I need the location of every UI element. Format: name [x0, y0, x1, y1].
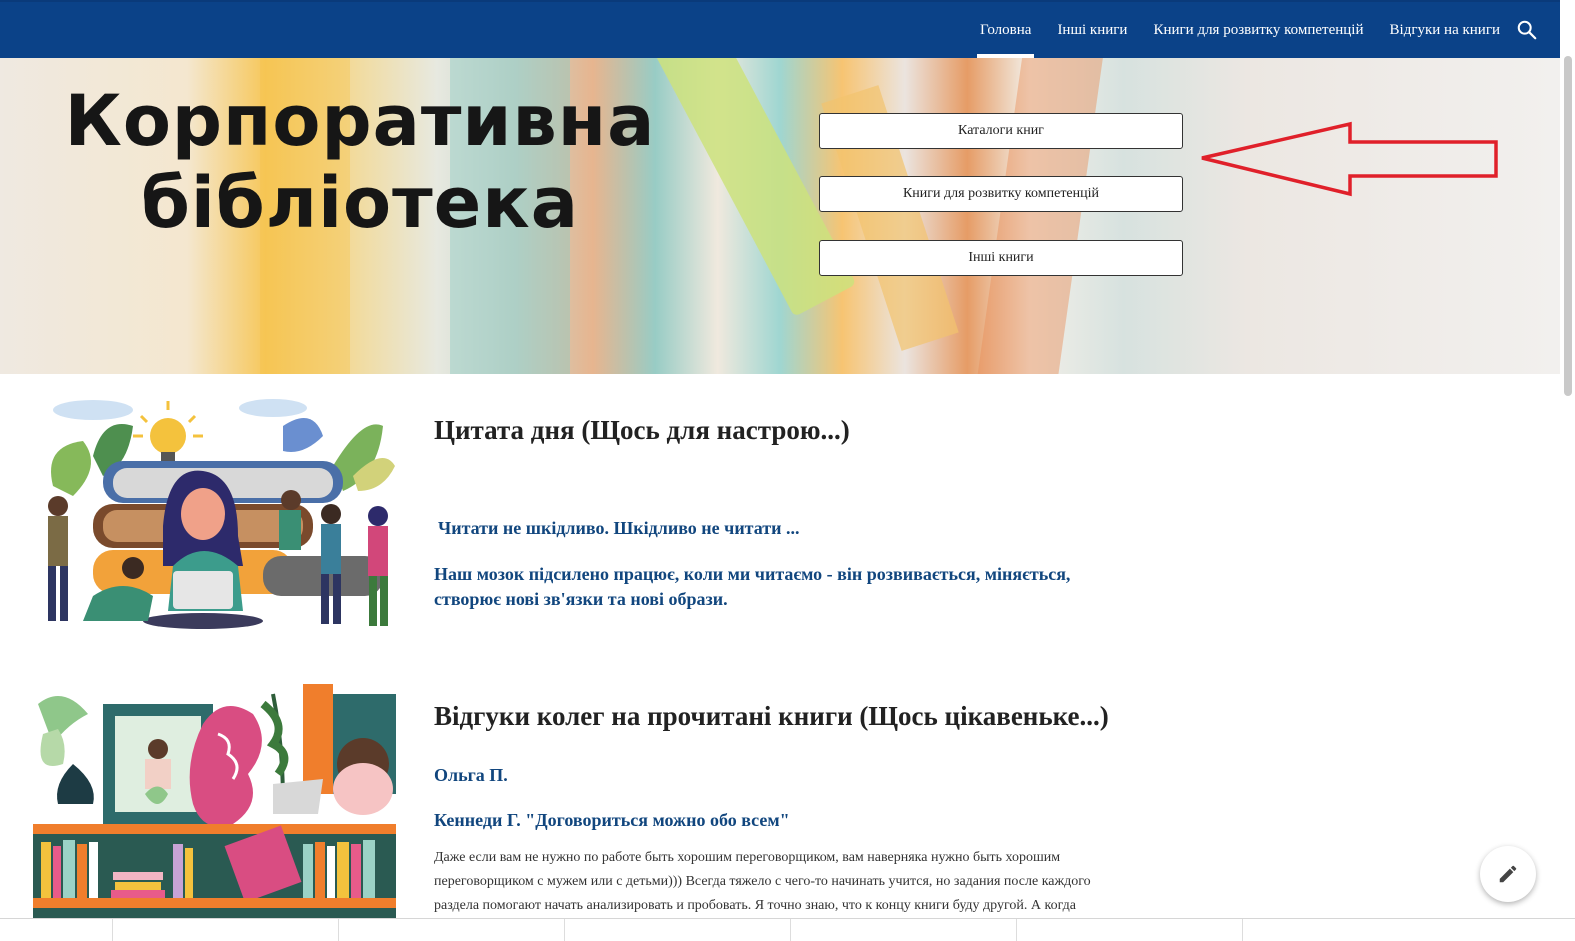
edit-button[interactable] — [1480, 846, 1536, 902]
competence-books-button[interactable]: Книги для розвитку компетенцій — [819, 176, 1183, 212]
page-title-line-1: Корпоративна — [64, 80, 656, 162]
search-icon[interactable] — [1516, 19, 1538, 41]
review-text-line-3: раздела помогают начать анализировать и … — [434, 898, 1076, 913]
page-scrollbar[interactable] — [1564, 56, 1572, 396]
nav-menu: Головна Інші книги Книги для розвитку ко… — [954, 2, 1500, 58]
nav-item-home[interactable]: Головна — [976, 2, 1035, 58]
hero-background-shape — [975, 58, 1105, 374]
taskbar-divider — [1016, 919, 1017, 941]
top-navigation-bar: Головна Інші книги Книги для розвитку ко… — [0, 0, 1560, 58]
bookshelf-illustration — [33, 684, 396, 918]
pencil-icon — [1499, 865, 1517, 883]
review-text: Даже если вам не нужно по работе быть хо… — [434, 846, 1154, 918]
taskbar-divider — [338, 919, 339, 941]
other-books-button[interactable]: Інші книги — [819, 240, 1183, 276]
review-author: Ольга П. — [434, 765, 508, 785]
page-title: Корпоративна бібліотека — [40, 80, 680, 244]
quote-text-2: Наш мозок підсилено працює, коли ми чита… — [434, 562, 1070, 612]
quote-text-2-line-1: Наш мозок підсилено працює, коли ми чита… — [434, 564, 1071, 584]
nav-item-competence-books[interactable]: Книги для розвитку компетенцій — [1153, 2, 1363, 58]
quote-text-1: Читати не шкідливо. Шкідливо не читати .… — [438, 518, 800, 538]
taskbar-divider — [112, 919, 113, 941]
taskbar-divider — [790, 919, 791, 941]
nav-item-other-books[interactable]: Інші книги — [1057, 2, 1127, 58]
review-book-title: Кеннеди Г. "Договориться можно обо всем" — [434, 810, 790, 830]
page-title-line-2: бібліотека — [141, 162, 579, 244]
catalogs-button[interactable]: Каталоги книг — [819, 113, 1183, 149]
review-text-line-1: Даже если вам не нужно по работе быть хо… — [434, 850, 1061, 865]
quote-text-2-line-2: створює нові зв'язки та нові образи. — [434, 589, 728, 609]
taskbar-divider — [1242, 919, 1243, 941]
bottom-taskbar — [0, 918, 1575, 941]
red-arrow-annotation — [1201, 121, 1498, 197]
reading-people-illustration — [48, 399, 395, 629]
nav-item-book-reviews[interactable]: Відгуки на книги — [1390, 2, 1500, 58]
reviews-heading: Відгуки колег на прочитані книги (Щось ц… — [434, 701, 1109, 731]
review-text-line-2: переговорщиком с мужем или с детьми))) В… — [434, 874, 1091, 889]
quote-of-day-heading: Цитата дня (Щось для настрою...) — [434, 415, 850, 445]
taskbar-divider — [564, 919, 565, 941]
